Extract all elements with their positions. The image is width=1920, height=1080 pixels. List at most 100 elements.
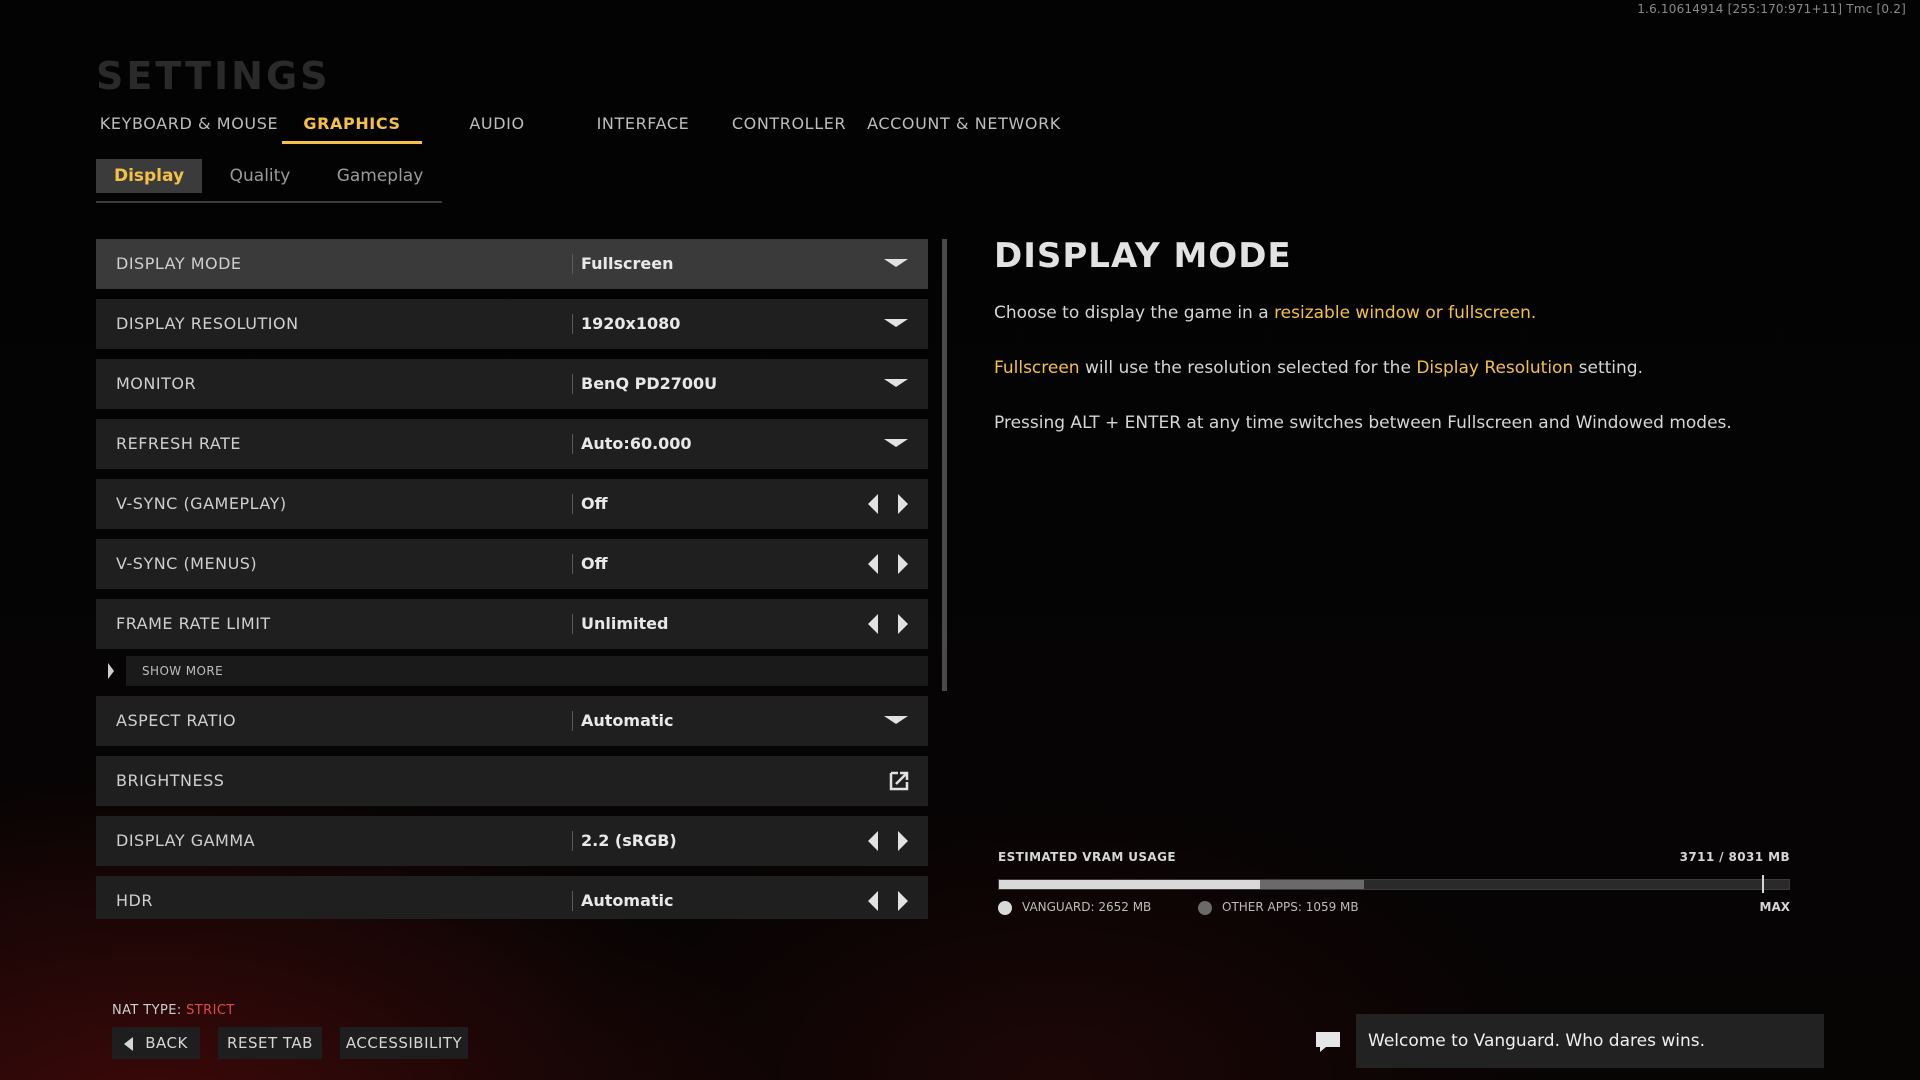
dropdown-arrow-icon[interactable] bbox=[884, 439, 908, 447]
arrow-right-icon[interactable] bbox=[898, 614, 908, 634]
setting-row-vsync-gameplay[interactable]: V-SYNC (GAMEPLAY) Off bbox=[96, 479, 928, 529]
description-highlight: resizable window or fullscreen bbox=[1274, 303, 1531, 323]
setting-value: Fullscreen bbox=[581, 254, 674, 273]
setting-label: V-SYNC (GAMEPLAY) bbox=[116, 494, 287, 513]
tab-graphics[interactable]: GRAPHICS bbox=[282, 110, 422, 144]
setting-value: Automatic bbox=[581, 711, 674, 730]
legend-dot-icon bbox=[998, 900, 1012, 915]
tab-controller[interactable]: CONTROLLER bbox=[714, 110, 864, 144]
page-title: SETTINGS bbox=[96, 54, 331, 98]
legend-label: OTHER APPS: 1059 MB bbox=[1222, 900, 1359, 914]
back-label: BACK bbox=[145, 1034, 188, 1052]
vram-header: ESTIMATED VRAM USAGE 3711 / 8031 MB bbox=[998, 850, 1790, 870]
show-more-label: SHOW MORE bbox=[142, 664, 224, 678]
settings-list: DISPLAY MODE Fullscreen DISPLAY RESOLUTI… bbox=[96, 239, 928, 919]
setting-value: BenQ PD2700U bbox=[581, 374, 718, 393]
setting-value: Off bbox=[581, 554, 608, 573]
setting-label: MONITOR bbox=[116, 374, 197, 393]
setting-row-monitor[interactable]: MONITOR BenQ PD2700U bbox=[96, 359, 928, 409]
vram-total: 3711 / 8031 MB bbox=[1679, 850, 1790, 864]
arrow-right-icon[interactable] bbox=[898, 891, 908, 911]
divider bbox=[572, 711, 573, 731]
setting-row-vsync-menus[interactable]: V-SYNC (MENUS) Off bbox=[96, 539, 928, 589]
divider bbox=[572, 434, 573, 454]
description-text: setting. bbox=[1573, 358, 1643, 378]
setting-row-refresh-rate[interactable]: REFRESH RATE Auto:60.000 bbox=[96, 419, 928, 469]
setting-value: Auto:60.000 bbox=[581, 434, 692, 453]
show-more-toggle[interactable]: SHOW MORE bbox=[96, 656, 928, 686]
dropdown-arrow-icon[interactable] bbox=[884, 319, 908, 327]
arrow-left-icon[interactable] bbox=[868, 494, 878, 514]
tab-keyboard-mouse[interactable]: KEYBOARD & MOUSE bbox=[96, 110, 282, 144]
legend-label: VANGUARD: 2652 MB bbox=[1022, 900, 1152, 914]
reset-tab-button[interactable]: RESET TAB bbox=[218, 1027, 322, 1059]
description-panel: DISPLAY MODE Choose to display the game … bbox=[994, 236, 1834, 463]
divider bbox=[572, 614, 573, 634]
setting-value: Automatic bbox=[581, 891, 674, 910]
divider bbox=[572, 254, 573, 274]
description-paragraph-3: Pressing ALT + ENTER at any time switche… bbox=[994, 413, 1732, 433]
setting-value: Unlimited bbox=[581, 614, 669, 633]
description-text: . bbox=[1530, 303, 1537, 323]
description-title: DISPLAY MODE bbox=[994, 236, 1292, 276]
setting-row-display-resolution[interactable]: DISPLAY RESOLUTION 1920x1080 bbox=[96, 299, 928, 349]
description-text: Choose to display the game in a bbox=[994, 303, 1275, 323]
subtab-gameplay[interactable]: Gameplay bbox=[318, 159, 442, 193]
divider bbox=[572, 314, 573, 334]
divider bbox=[572, 554, 573, 574]
show-more-bar bbox=[126, 656, 928, 686]
divider bbox=[572, 891, 573, 911]
tab-audio[interactable]: AUDIO bbox=[422, 110, 572, 144]
setting-value: 1920x1080 bbox=[581, 314, 681, 333]
sub-tab-bar: Display Quality Gameplay bbox=[96, 159, 442, 203]
setting-row-display-mode[interactable]: DISPLAY MODE Fullscreen bbox=[96, 239, 928, 289]
tab-account-network[interactable]: ACCOUNT & NETWORK bbox=[864, 110, 1064, 144]
arrow-left-icon[interactable] bbox=[868, 831, 878, 851]
setting-row-frame-rate-limit[interactable]: FRAME RATE LIMIT Unlimited bbox=[96, 599, 928, 649]
arrow-left-icon[interactable] bbox=[868, 554, 878, 574]
divider bbox=[572, 494, 573, 514]
legend-vanguard: VANGUARD: 2652 MB bbox=[998, 900, 1151, 915]
arrow-right-icon[interactable] bbox=[898, 554, 908, 574]
chat-bubble-icon[interactable] bbox=[1314, 1030, 1342, 1054]
chevron-right-icon bbox=[108, 663, 114, 679]
subtab-display[interactable]: Display bbox=[96, 159, 202, 193]
setting-label: DISPLAY GAMMA bbox=[116, 831, 256, 850]
tab-interface[interactable]: INTERFACE bbox=[572, 110, 714, 144]
arrow-left-icon[interactable] bbox=[868, 891, 878, 911]
setting-value: 2.2 (sRGB) bbox=[581, 831, 677, 850]
legend-other-apps: OTHER APPS: 1059 MB bbox=[1198, 900, 1359, 915]
settings-scrollbar[interactable] bbox=[942, 239, 947, 691]
vram-vanguard-fill bbox=[999, 880, 1260, 889]
setting-label: REFRESH RATE bbox=[116, 434, 241, 453]
dropdown-arrow-icon[interactable] bbox=[884, 716, 908, 724]
setting-row-brightness[interactable]: BRIGHTNESS bbox=[96, 756, 928, 806]
setting-row-display-gamma[interactable]: DISPLAY GAMMA 2.2 (sRGB) bbox=[96, 816, 928, 866]
dropdown-arrow-icon[interactable] bbox=[884, 259, 908, 267]
back-button[interactable]: BACK bbox=[112, 1027, 200, 1059]
setting-row-aspect-ratio[interactable]: ASPECT RATIO Automatic bbox=[96, 696, 928, 746]
description-paragraph-2: Fullscreen will use the resolution selec… bbox=[994, 353, 1834, 383]
arrow-right-icon[interactable] bbox=[898, 831, 908, 851]
arrow-right-icon[interactable] bbox=[898, 494, 908, 514]
setting-label: DISPLAY RESOLUTION bbox=[116, 314, 299, 333]
subtab-quality[interactable]: Quality bbox=[202, 159, 318, 193]
arrow-left-icon[interactable] bbox=[868, 614, 878, 634]
setting-label: ASPECT RATIO bbox=[116, 711, 237, 730]
setting-label: DISPLAY MODE bbox=[116, 254, 242, 273]
main-tab-bar: KEYBOARD & MOUSE GRAPHICS AUDIO INTERFAC… bbox=[96, 110, 1064, 146]
vram-other-fill bbox=[1259, 880, 1365, 889]
vram-legend: VANGUARD: 2652 MB OTHER APPS: 1059 MB MA… bbox=[998, 900, 1790, 920]
description-highlight: Fullscreen bbox=[994, 358, 1080, 378]
setting-value: Off bbox=[581, 494, 608, 513]
accessibility-button[interactable]: ACCESSIBILITY bbox=[340, 1027, 468, 1059]
chat-message: Welcome to Vanguard. Who dares wins. bbox=[1356, 1014, 1824, 1068]
setting-row-hdr[interactable]: HDR Automatic bbox=[96, 876, 928, 919]
divider bbox=[572, 374, 573, 394]
setting-label: FRAME RATE LIMIT bbox=[116, 614, 271, 633]
dropdown-arrow-icon[interactable] bbox=[884, 379, 908, 387]
vram-max-marker bbox=[1762, 875, 1765, 893]
vram-label: ESTIMATED VRAM USAGE bbox=[998, 850, 1176, 864]
setting-label: HDR bbox=[116, 891, 153, 910]
external-link-icon[interactable] bbox=[888, 770, 910, 792]
